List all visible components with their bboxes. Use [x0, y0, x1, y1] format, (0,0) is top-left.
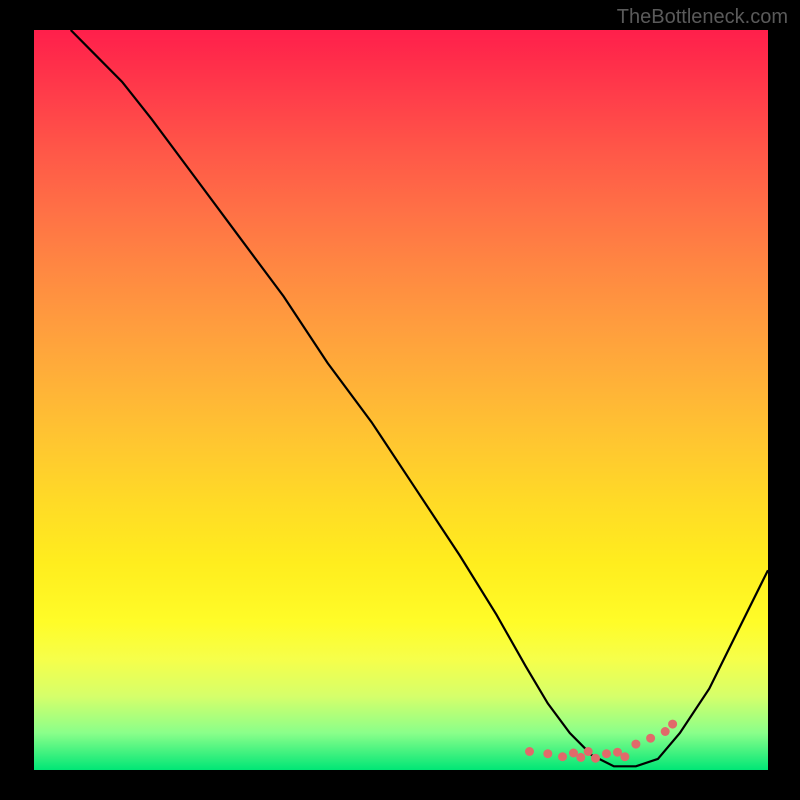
marker-dot: [558, 752, 567, 761]
marker-dot: [543, 749, 552, 758]
marker-dot: [631, 740, 640, 749]
plot-area: [34, 30, 768, 770]
watermark-text: TheBottleneck.com: [617, 6, 788, 29]
marker-dot: [661, 727, 670, 736]
marker-dot: [646, 734, 655, 743]
dots-layer: [34, 30, 768, 770]
marker-cluster: [525, 720, 677, 763]
marker-dot: [668, 720, 677, 729]
marker-dot: [525, 747, 534, 756]
marker-dot: [591, 754, 600, 763]
marker-dot: [576, 753, 585, 762]
marker-dot: [602, 749, 611, 758]
marker-dot: [584, 747, 593, 756]
marker-dot: [620, 752, 629, 761]
